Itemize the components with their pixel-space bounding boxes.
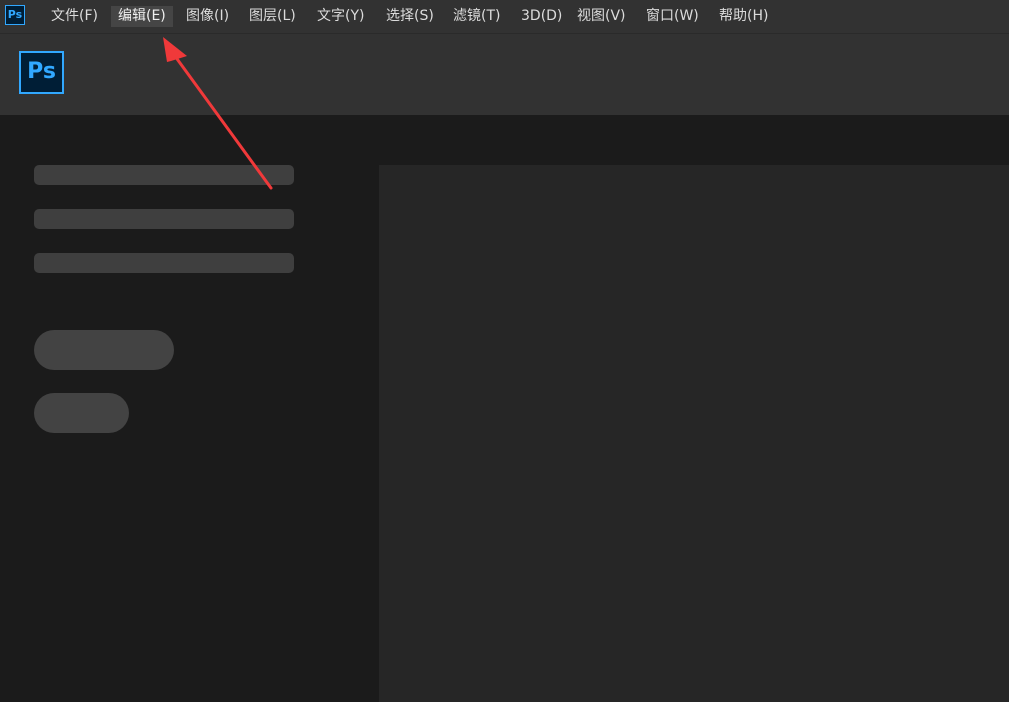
menu-help[interactable]: 帮助(H) xyxy=(712,6,775,27)
menu-3d[interactable]: 3D(D) xyxy=(514,6,569,27)
loading-placeholder-line-3 xyxy=(34,253,294,273)
menu-layer[interactable]: 图层(L) xyxy=(242,6,303,27)
menu-type[interactable]: 文字(Y) xyxy=(310,6,371,27)
menu-select[interactable]: 选择(S) xyxy=(379,6,441,27)
photoshop-app-icon[interactable]: Ps xyxy=(5,5,25,25)
menu-file[interactable]: 文件(F) xyxy=(44,6,105,27)
home-header: Ps xyxy=(0,34,1009,115)
loading-placeholder-line-1 xyxy=(34,165,294,185)
menu-edit[interactable]: 编辑(E) xyxy=(111,6,173,27)
home-left-panel xyxy=(0,115,379,702)
loading-placeholder-button-1 xyxy=(34,330,174,370)
menu-bar: Ps 文件(F) 编辑(E) 图像(I) 图层(L) 文字(Y) 选择(S) 滤… xyxy=(0,0,1009,34)
menu-image[interactable]: 图像(I) xyxy=(179,6,236,27)
loading-placeholder-line-2 xyxy=(34,209,294,229)
menu-view[interactable]: 视图(V) xyxy=(570,6,633,27)
loading-placeholder-button-2 xyxy=(34,393,129,433)
photoshop-logo: Ps xyxy=(19,51,64,94)
home-content-area xyxy=(379,165,1009,702)
menu-filter[interactable]: 滤镜(T) xyxy=(446,6,507,27)
menu-window[interactable]: 窗口(W) xyxy=(639,6,706,27)
